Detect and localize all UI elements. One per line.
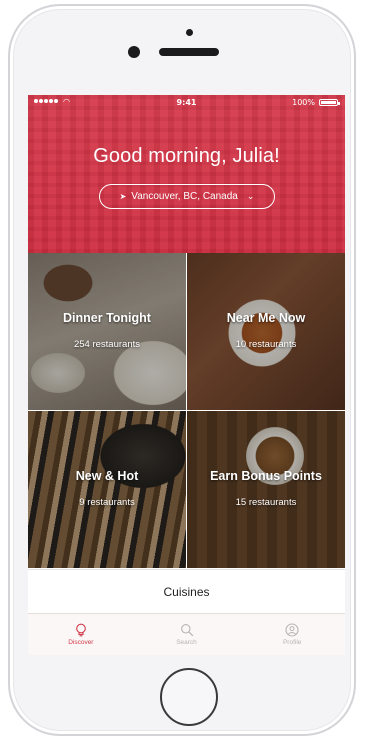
tab-search[interactable]: Search	[134, 614, 240, 655]
greeting-title: Good morning, Julia!	[93, 145, 280, 167]
home-button[interactable]	[160, 668, 218, 726]
tab-label: Profile	[282, 639, 302, 646]
tile-count: 15 restaurants	[235, 497, 297, 508]
earpiece-speaker	[159, 48, 219, 56]
proximity-sensor	[186, 29, 193, 36]
tile-count: 10 restaurants	[235, 339, 297, 350]
tab-label: Discover	[68, 639, 94, 646]
cuisines-button[interactable]: Cuisines	[28, 569, 345, 613]
tile-title: Earn Bonus Points	[210, 469, 322, 483]
tile-count: 254 restaurants	[73, 339, 140, 350]
tab-bar: Discover Search Profile	[28, 613, 345, 655]
front-camera	[128, 46, 140, 58]
greeting-header: ◠ 9:41 100% Good morning, Julia! ➤ Vanco…	[28, 95, 345, 253]
location-selector[interactable]: ➤ Vancouver, BC, Canada ⌄	[99, 184, 275, 209]
tile-new-and-hot[interactable]: New & Hot 9 restaurants	[28, 411, 186, 568]
location-arrow-icon: ➤	[119, 192, 127, 201]
battery-icon	[319, 99, 340, 106]
tab-discover[interactable]: Discover	[28, 614, 134, 655]
chevron-down-icon: ⌄	[246, 191, 255, 201]
tab-label: Search	[176, 639, 197, 646]
status-bar: ◠ 9:41 100%	[28, 95, 345, 111]
tile-dinner-tonight[interactable]: Dinner Tonight 254 restaurants	[28, 253, 186, 410]
location-label: Vancouver, BC, Canada	[131, 191, 238, 202]
tab-profile[interactable]: Profile	[239, 614, 345, 655]
lightbulb-icon	[75, 623, 86, 637]
tile-near-me-now[interactable]: Near Me Now 10 restaurants	[187, 253, 345, 410]
tile-title: New & Hot	[75, 469, 139, 483]
tile-title: Dinner Tonight	[63, 311, 151, 325]
tile-title: Near Me Now	[226, 311, 306, 325]
profile-icon	[285, 623, 299, 637]
battery-percent: 100%	[292, 98, 315, 107]
app-screen: ◠ 9:41 100% Good morning, Julia! ➤ Vanco…	[28, 95, 345, 655]
tile-count: 9 restaurants	[79, 497, 135, 508]
tile-earn-bonus-points[interactable]: Earn Bonus Points 15 restaurants	[187, 411, 345, 568]
search-icon	[180, 624, 193, 637]
